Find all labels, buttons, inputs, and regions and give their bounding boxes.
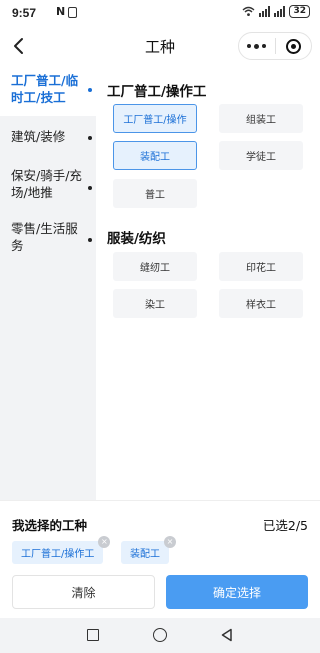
option-chip[interactable]: 组装工: [219, 104, 303, 133]
nav-bar: 工种: [0, 28, 320, 64]
option-chip[interactable]: 装配工: [113, 141, 197, 170]
n-icon: N: [56, 5, 66, 18]
selection-title: 我选择的工种: [12, 518, 88, 533]
sidebar-item-label: 建筑/装修: [11, 129, 66, 144]
remove-tag-icon[interactable]: ×: [164, 536, 176, 548]
section-title: 工厂普工/操作工: [107, 84, 207, 100]
selected-tag-label: 装配工: [130, 549, 160, 560]
sidebar-item-factory[interactable]: 工厂普工/临时工/技工: [0, 64, 96, 116]
battery-icon: 32: [289, 5, 310, 18]
remove-tag-icon[interactable]: ×: [98, 536, 111, 548]
status-time: 9:57: [12, 6, 37, 20]
signal-icon: [259, 6, 271, 17]
option-chip[interactable]: 缝纫工: [113, 252, 197, 281]
signal-icon: [274, 6, 286, 17]
home-icon[interactable]: [153, 628, 167, 642]
back-button[interactable]: [6, 32, 34, 60]
option-chip[interactable]: 印花工: [219, 252, 303, 281]
option-chip[interactable]: 学徒工: [219, 141, 303, 170]
target-close-icon[interactable]: [275, 33, 311, 59]
option-chip[interactable]: 样衣工: [219, 289, 303, 318]
sidebar-item-construction[interactable]: 建筑/装修: [0, 116, 96, 162]
sidebar-item-security[interactable]: 保安/骑手/充场/地推: [0, 162, 96, 216]
selection-count: 已选2/5: [262, 518, 308, 533]
wifi-icon: [242, 6, 255, 16]
system-nav-bar: [0, 618, 320, 653]
dot-icon: [88, 186, 92, 190]
selected-tag-label: 工厂普工/操作工: [21, 549, 95, 560]
mini-program-capsule: [238, 32, 312, 60]
option-chip[interactable]: 工厂普工/操作: [113, 104, 197, 133]
dot-icon: [88, 136, 92, 140]
chevron-left-icon: [14, 38, 23, 54]
sim-icon: [68, 7, 77, 18]
job-options-panel: 工厂普工/操作工 工厂普工/操作 组装工 装配工 学徒工 普工 服装/纺织 缝纫…: [96, 64, 320, 500]
option-chip[interactable]: 染工: [113, 289, 197, 318]
active-dot-icon: [88, 88, 92, 92]
more-dots-icon[interactable]: [239, 33, 275, 59]
sidebar-item-label: 保安/骑手/充场/地推: [11, 168, 82, 200]
status-indicators: 32: [242, 5, 310, 18]
back-triangle-icon[interactable]: [220, 628, 234, 642]
clear-button[interactable]: 清除: [12, 575, 155, 609]
category-sidebar: 工厂普工/临时工/技工 建筑/装修 保安/骑手/充场/地推 零售/生活服务: [0, 64, 96, 500]
section-title: 服装/纺织: [107, 231, 166, 247]
dot-icon: [88, 238, 92, 242]
recents-icon[interactable]: [87, 629, 99, 641]
status-bar: 9:57 N 32: [0, 0, 320, 28]
sidebar-item-label: 工厂普工/临时工/技工: [11, 73, 79, 105]
selected-tag: 装配工 ×: [121, 536, 176, 564]
sidebar-item-label: 零售/生活服务: [11, 221, 78, 253]
confirm-button[interactable]: 确定选择: [166, 575, 308, 609]
sidebar-item-retail[interactable]: 零售/生活服务: [0, 216, 96, 266]
selected-tag: 工厂普工/操作工 ×: [12, 536, 111, 564]
selection-panel: 我选择的工种 已选2/5 工厂普工/操作工 × 装配工 × 清除 确定选择: [0, 500, 320, 618]
option-chip[interactable]: 普工: [113, 179, 197, 208]
